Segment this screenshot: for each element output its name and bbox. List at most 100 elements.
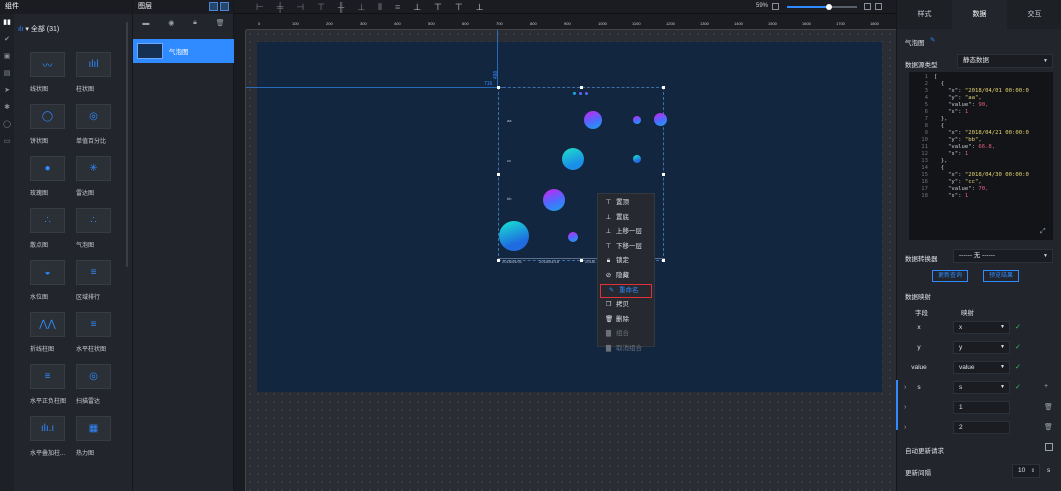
expand-editor-icon[interactable]: ⤢ (1040, 228, 1046, 236)
media-category-icon[interactable]: ▣ (0, 48, 14, 65)
bring-front-icon[interactable]: ⊥ (413, 2, 421, 13)
filter-select[interactable]: ------ 无 ------ ▼ (953, 249, 1053, 263)
component-item[interactable]: ılı.ı 水平叠加柱... (30, 416, 74, 457)
eye-icon[interactable]: ◉ (168, 19, 174, 27)
component-scrollbar[interactable] (126, 22, 128, 267)
tag-category-icon[interactable]: ➤ (0, 82, 14, 99)
component-item[interactable]: ≡ 水平柱状图 (76, 312, 120, 353)
distribute-h-icon[interactable]: ⫴ (378, 2, 382, 13)
component-item[interactable]: ◎ 扫描雷达 (76, 364, 120, 405)
interval-input[interactable]: 10 ⇕ (1012, 464, 1040, 478)
mapping-select[interactable]: x ▼ (953, 321, 1010, 334)
mapping-select[interactable]: 1 (953, 401, 1010, 414)
align-top-icon[interactable]: ⊤ (317, 2, 325, 13)
list-view-icon[interactable] (220, 2, 229, 11)
auto-update-checkbox[interactable] (1045, 443, 1053, 451)
component-item[interactable]: ≡ 水平正负柱图 (30, 364, 74, 405)
horizontal-ruler[interactable]: 0 100 200 300 400 500 600 700 800 900 1000 1100 1200… (246, 20, 913, 30)
context-menu-item[interactable]: ⊥ 置底 (598, 211, 654, 226)
text-category-icon[interactable]: ▤ (0, 65, 14, 82)
layer-view-toggle[interactable] (209, 2, 229, 11)
menu-item-label: 重命名 (619, 286, 639, 294)
move-up-icon[interactable]: ⊤ (455, 2, 463, 13)
send-back-icon[interactable]: ⊤ (434, 2, 442, 13)
delete-icon[interactable]: 🗑 (1044, 423, 1053, 431)
component-item[interactable]: ✳ 雷达图 (76, 156, 120, 197)
resize-handle-br[interactable] (662, 259, 665, 262)
mapping-select[interactable]: y ▼ (953, 341, 1010, 354)
menu-item-label: 置底 (616, 213, 629, 221)
source-type-select[interactable]: 静态数据 ▼ (957, 54, 1053, 68)
context-menu-item[interactable]: ✎ 重命名 (600, 283, 652, 299)
context-menu-item[interactable]: ▇ 取消组合 (598, 342, 654, 357)
interaction-category-icon[interactable]: ▭ (0, 133, 14, 150)
stepper-icon[interactable]: ⇕ (1031, 465, 1035, 477)
expand-chevron-icon[interactable]: › (904, 424, 906, 431)
tab-data[interactable]: 数据 (952, 0, 1007, 29)
align-bottom-icon[interactable]: ⊥ (357, 2, 365, 13)
config-scrollbar[interactable] (896, 380, 898, 430)
mapping-select[interactable]: 2 (953, 421, 1010, 434)
component-item[interactable]: ◯ 饼状图 (30, 104, 74, 145)
grid-view-icon[interactable] (209, 2, 218, 11)
context-menu-item[interactable]: ❐ 拷贝 (598, 298, 654, 313)
component-item[interactable]: ∴ 散点图 (30, 208, 74, 249)
context-menu-item[interactable]: ⊤ 置顶 (598, 196, 654, 211)
move-down-icon[interactable]: ⊥ (476, 2, 484, 13)
resize-handle-l[interactable] (497, 173, 500, 176)
context-menu-item[interactable]: 🗑︎ 删除 (598, 313, 654, 328)
json-editor[interactable]: 1[2 {3 "x": "2018/04/01 00:00:0 4 "y": "aa"… (909, 72, 1053, 240)
fit-screen-icon[interactable] (864, 3, 871, 10)
resize-handle-tl[interactable] (497, 86, 500, 89)
zoom-slider-knob[interactable] (826, 4, 832, 10)
vertical-ruler[interactable] (234, 30, 246, 491)
component-item[interactable]: ılıl 柱状图 (76, 52, 120, 93)
zoom-out-icon[interactable] (772, 3, 779, 10)
resize-handle-tr[interactable] (662, 86, 665, 89)
code-key: "y" (948, 179, 959, 185)
delete-icon[interactable]: 🗑 (1044, 403, 1053, 411)
resize-handle-bl[interactable] (497, 259, 500, 262)
align-left-icon[interactable]: ⊢ (256, 2, 264, 13)
lock-icon[interactable]: 🔒︎ (193, 19, 197, 27)
context-menu-item[interactable]: ⊥ 上移一层 (598, 225, 654, 240)
layer-item[interactable]: 气泡图 (133, 39, 234, 63)
component-item[interactable]: ◒ 水位图 (30, 260, 74, 301)
component-item[interactable]: ∴ 气泡图 (76, 208, 120, 249)
distribute-v-icon[interactable]: ≡ (395, 2, 400, 12)
decoration-category-icon[interactable]: ✱ (0, 99, 14, 116)
mapping-select[interactable]: s ▼ (953, 381, 1010, 394)
component-filter[interactable]: ılı ▾ 全部 (31) (14, 22, 59, 38)
trash-icon[interactable]: 🗑︎ (216, 19, 225, 27)
resize-handle-b[interactable] (580, 259, 583, 262)
folder-icon[interactable]: ▬ (142, 20, 149, 27)
preview-result-button[interactable]: 预览结果 (983, 270, 1020, 282)
expand-chevron-icon[interactable]: › (904, 404, 906, 411)
context-menu-item[interactable]: ⊤ 下移一层 (598, 240, 654, 255)
context-menu-item[interactable]: 🔒︎ 锁定 (598, 254, 654, 269)
component-item[interactable]: ⋀⋀ 折线柱图 (30, 312, 74, 353)
component-item[interactable]: ≡ 区域排行 (76, 260, 120, 301)
refresh-query-button[interactable]: 更新查询 (932, 270, 969, 282)
chart-category-icon[interactable]: ▮▮ (0, 14, 14, 31)
resize-handle-t[interactable] (580, 86, 583, 89)
mapping-select[interactable]: value ▼ (953, 361, 1010, 374)
align-right-icon[interactable]: ⊣ (296, 2, 304, 13)
zoom-slider[interactable] (787, 4, 857, 10)
align-middle-icon[interactable]: ╫ (338, 2, 344, 12)
align-center-icon[interactable]: ╪ (277, 2, 283, 12)
context-menu-item[interactable]: ▇ 组合 (598, 327, 654, 342)
tab-style[interactable]: 样式 (897, 0, 952, 29)
component-item[interactable]: 〰线状图 (30, 52, 74, 93)
other-category-icon[interactable]: ◯ (0, 116, 14, 133)
edit-name-icon[interactable]: ✎ (930, 36, 935, 44)
component-item[interactable]: ● 玫瑰图 (30, 156, 74, 197)
tab-interaction[interactable]: 交互 (1007, 0, 1061, 29)
fullscreen-icon[interactable] (875, 3, 882, 10)
map-category-icon[interactable]: ✔ (0, 31, 14, 48)
add-icon[interactable]: + (1044, 383, 1048, 390)
component-item[interactable]: ◎ 单值百分比 (76, 104, 120, 145)
context-menu-item[interactable]: ⊘ 隐藏 (598, 269, 654, 284)
resize-handle-r[interactable] (662, 173, 665, 176)
component-item[interactable]: ▦ 热力图 (76, 416, 120, 457)
